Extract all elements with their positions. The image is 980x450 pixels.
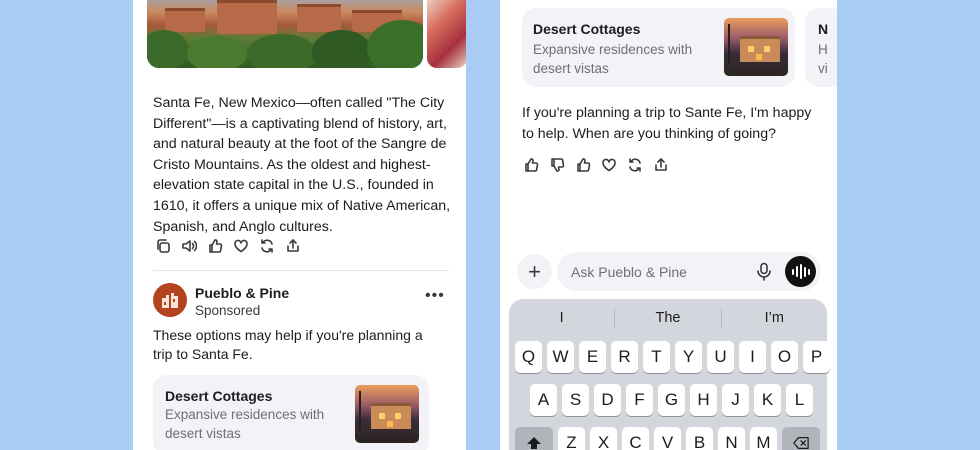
card-title: Desert Cottages	[533, 21, 641, 37]
thumbs-up-icon[interactable]	[574, 156, 591, 173]
key[interactable]: M	[750, 427, 777, 450]
assistant-response-text: If you're planning a trip to Sante Fe, I…	[522, 105, 812, 142]
voice-mode-button[interactable]	[785, 256, 816, 287]
speaker-icon[interactable]	[180, 237, 197, 254]
pueblo-building-icon	[162, 293, 178, 308]
left-phone-screen: Santa Fe, New Mexico—often called "The C…	[133, 0, 466, 450]
card-subtitle: H vi	[818, 42, 828, 76]
santa-fe-hero-image[interactable]	[147, 0, 423, 68]
divider	[153, 270, 449, 271]
right-phone-screen: Desert Cottages Expansive residences wit…	[500, 0, 837, 450]
key[interactable]: G	[658, 384, 685, 416]
key[interactable]: C	[622, 427, 649, 450]
key-row-3: Z X C V B N M	[515, 427, 820, 450]
thumbs-up-icon[interactable]	[206, 237, 223, 254]
next-carousel-image[interactable]	[427, 0, 466, 68]
message-input[interactable]	[571, 252, 751, 291]
key[interactable]: A	[530, 384, 557, 416]
sponsored-label: Sponsored	[195, 303, 261, 318]
key[interactable]: Y	[675, 341, 702, 373]
microphone-icon[interactable]	[755, 262, 773, 281]
key[interactable]: S	[562, 384, 589, 416]
key[interactable]: U	[707, 341, 734, 373]
desert-cottages-card[interactable]: Desert Cottages Expansive residences wit…	[522, 8, 795, 87]
key[interactable]: W	[547, 341, 574, 373]
key[interactable]: V	[654, 427, 681, 450]
key[interactable]: F	[626, 384, 653, 416]
message-composer	[557, 252, 821, 291]
key[interactable]: O	[771, 341, 798, 373]
sponsor-name[interactable]: Pueblo & Pine	[195, 285, 289, 301]
on-screen-keyboard: I The I’m Q W E R T Y U I O P A S D F G …	[509, 299, 830, 450]
cottage-thumbnail	[724, 18, 788, 76]
card-title: Desert Cottages	[165, 388, 273, 404]
key[interactable]: R	[611, 341, 638, 373]
suggestion-item[interactable]: I	[509, 307, 614, 329]
key[interactable]: K	[754, 384, 781, 416]
response-actions	[522, 156, 669, 173]
card-subtitle: Expansive residences with desert vistas	[165, 407, 325, 441]
share-icon[interactable]	[652, 156, 669, 173]
key[interactable]: Q	[515, 341, 542, 373]
key[interactable]: P	[803, 341, 830, 373]
thumbs-up-icon[interactable]	[522, 156, 539, 173]
regenerate-icon[interactable]	[258, 237, 275, 254]
key[interactable]: I	[739, 341, 766, 373]
heart-icon[interactable]	[600, 156, 617, 173]
key[interactable]: N	[718, 427, 745, 450]
card-subtitle: Expansive residences with desert vistas	[533, 42, 693, 76]
shift-arrow-icon	[527, 437, 541, 449]
more-options-button[interactable]: •••	[425, 288, 445, 304]
sponsor-message: These options may help if you're plannin…	[153, 327, 423, 362]
share-icon[interactable]	[284, 237, 301, 254]
image-carousel[interactable]	[133, 0, 466, 70]
key[interactable]: D	[594, 384, 621, 416]
key[interactable]: E	[579, 341, 606, 373]
assistant-response-text: Santa Fe, New Mexico—often called "The C…	[153, 95, 451, 235]
predictive-suggestions: I The I’m	[509, 307, 827, 329]
key[interactable]: H	[690, 384, 717, 416]
thumbs-down-icon[interactable]	[548, 156, 565, 173]
key-row-2: A S D F G H J K L	[530, 384, 813, 416]
key[interactable]: X	[590, 427, 617, 450]
desert-cottages-card[interactable]: Desert Cottages Expansive residences wit…	[153, 375, 429, 450]
add-attachment-button[interactable]: +	[517, 254, 552, 289]
shift-key[interactable]	[515, 427, 553, 450]
copy-icon[interactable]	[154, 237, 171, 254]
suggestion-item[interactable]: I’m	[722, 307, 827, 329]
heart-icon[interactable]	[232, 237, 249, 254]
backspace-key[interactable]	[782, 427, 820, 450]
key[interactable]: Z	[558, 427, 585, 450]
card-title: N	[818, 21, 829, 37]
key-row-1: Q W E R T Y U I O P	[515, 341, 830, 373]
key[interactable]: T	[643, 341, 670, 373]
next-recommendation-card[interactable]: N H vi	[805, 8, 837, 87]
key[interactable]: J	[722, 384, 749, 416]
backspace-icon	[793, 437, 809, 449]
pueblo-pine-logo[interactable]	[153, 283, 187, 317]
cottage-thumbnail	[355, 385, 419, 443]
key[interactable]: L	[786, 384, 813, 416]
response-actions	[154, 237, 301, 254]
key[interactable]: B	[686, 427, 713, 450]
suggestion-item[interactable]: The	[615, 307, 720, 329]
regenerate-icon[interactable]	[626, 156, 643, 173]
